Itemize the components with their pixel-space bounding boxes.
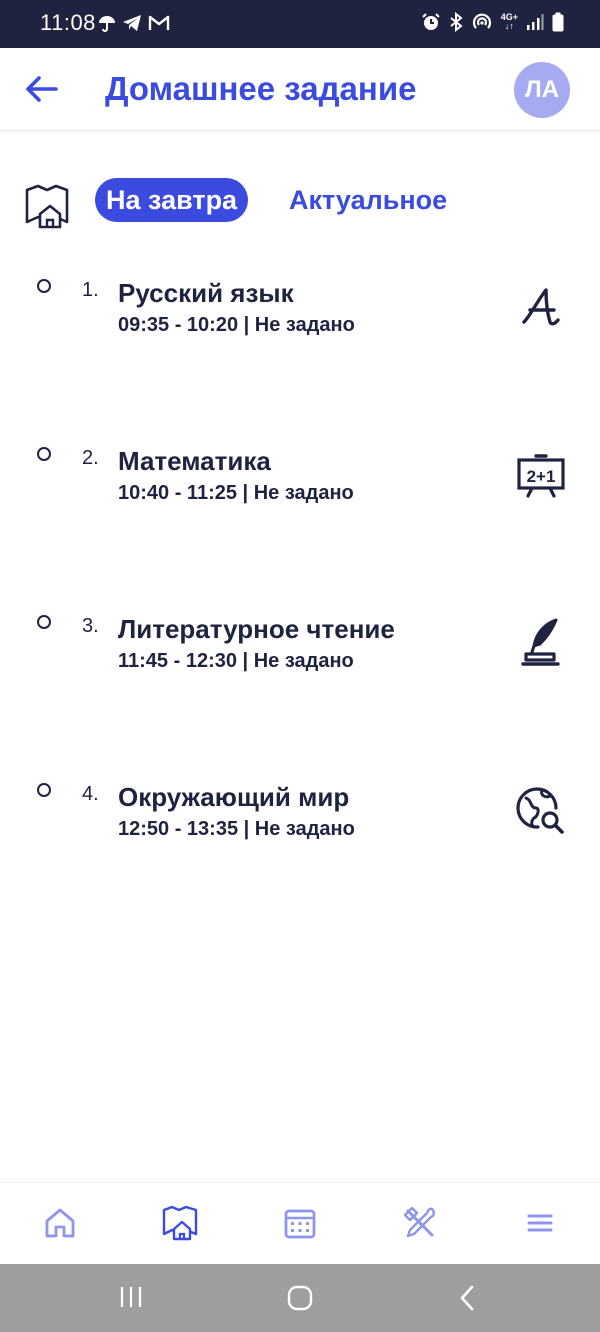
home-icon[interactable] xyxy=(42,1205,78,1241)
app-header: Домашнее задание ЛА xyxy=(0,48,600,131)
tab-tomorrow[interactable]: На завтра xyxy=(95,178,249,222)
lesson-meta: 12:50 - 13:35 | Не задано xyxy=(118,818,355,840)
svg-text:2+1: 2+1 xyxy=(527,467,556,486)
bluetooth-icon xyxy=(450,12,463,32)
system-nav-bar xyxy=(0,1264,600,1332)
lesson-subject: Математика xyxy=(118,446,271,476)
lesson-number: 4. xyxy=(82,783,99,805)
hotspot-icon xyxy=(472,13,491,29)
lesson-number: 2. xyxy=(82,447,99,469)
network-type: 4G+ ↓↑ xyxy=(500,12,518,31)
tab-actual[interactable]: Актуальное xyxy=(289,178,446,222)
homework-icon[interactable] xyxy=(162,1205,198,1241)
telegram-icon xyxy=(123,15,141,31)
lesson-bullet xyxy=(37,279,51,293)
lesson-item[interactable]: 4. Окружающий мир 12:50 - 13:35 | Не зад… xyxy=(0,782,600,852)
lesson-meta: 09:35 - 10:20 | Не задано xyxy=(118,314,355,336)
lesson-bullet xyxy=(37,447,51,461)
lesson-subject: Литературное чтение xyxy=(118,614,395,644)
calendar-icon[interactable] xyxy=(282,1205,318,1241)
lesson-bullet xyxy=(37,783,51,797)
lesson-number: 1. xyxy=(82,279,99,301)
status-bar: 11:08 4G+ ↓↑ xyxy=(0,0,600,48)
tools-icon[interactable] xyxy=(402,1205,438,1241)
bottom-nav xyxy=(0,1182,600,1265)
back-arrow-icon[interactable] xyxy=(24,74,58,104)
back-button-icon[interactable] xyxy=(456,1284,480,1312)
umbrella-icon xyxy=(99,16,115,32)
lesson-item[interactable]: 2. Математика 10:40 - 11:25 | Не задано … xyxy=(0,446,600,516)
battery-icon xyxy=(552,12,564,32)
signal-icon xyxy=(527,14,544,30)
recent-apps-icon[interactable] xyxy=(118,1284,144,1310)
lesson-meta: 11:45 - 12:30 | Не задано xyxy=(118,650,354,672)
avatar[interactable]: ЛА xyxy=(514,62,570,118)
lesson-item[interactable]: 1. Русский язык 09:35 - 10:20 | Не задан… xyxy=(0,278,600,348)
home-button-icon[interactable] xyxy=(286,1284,314,1312)
gmail-icon xyxy=(148,15,170,30)
globe-search-icon xyxy=(516,787,564,834)
status-time: 11:08 xyxy=(40,10,96,35)
homework-book-house-icon xyxy=(25,184,69,229)
lesson-bullet xyxy=(37,615,51,629)
tabs-row: На завтра Актуальное xyxy=(0,176,600,232)
lesson-subject: Окружающий мир xyxy=(118,782,350,812)
quill-inkwell-icon xyxy=(521,618,560,666)
page-title: Домашнее задание xyxy=(105,70,417,107)
lesson-meta: 10:40 - 11:25 | Не задано xyxy=(118,482,354,504)
menu-icon[interactable] xyxy=(522,1205,558,1241)
letter-a-icon xyxy=(522,288,560,326)
lesson-subject: Русский язык xyxy=(118,278,294,308)
lesson-number: 3. xyxy=(82,615,99,637)
alarm-icon xyxy=(422,13,440,30)
blackboard-math-icon: 2+1 xyxy=(517,454,565,498)
lesson-item[interactable]: 3. Литературное чтение 11:45 - 12:30 | Н… xyxy=(0,614,600,684)
